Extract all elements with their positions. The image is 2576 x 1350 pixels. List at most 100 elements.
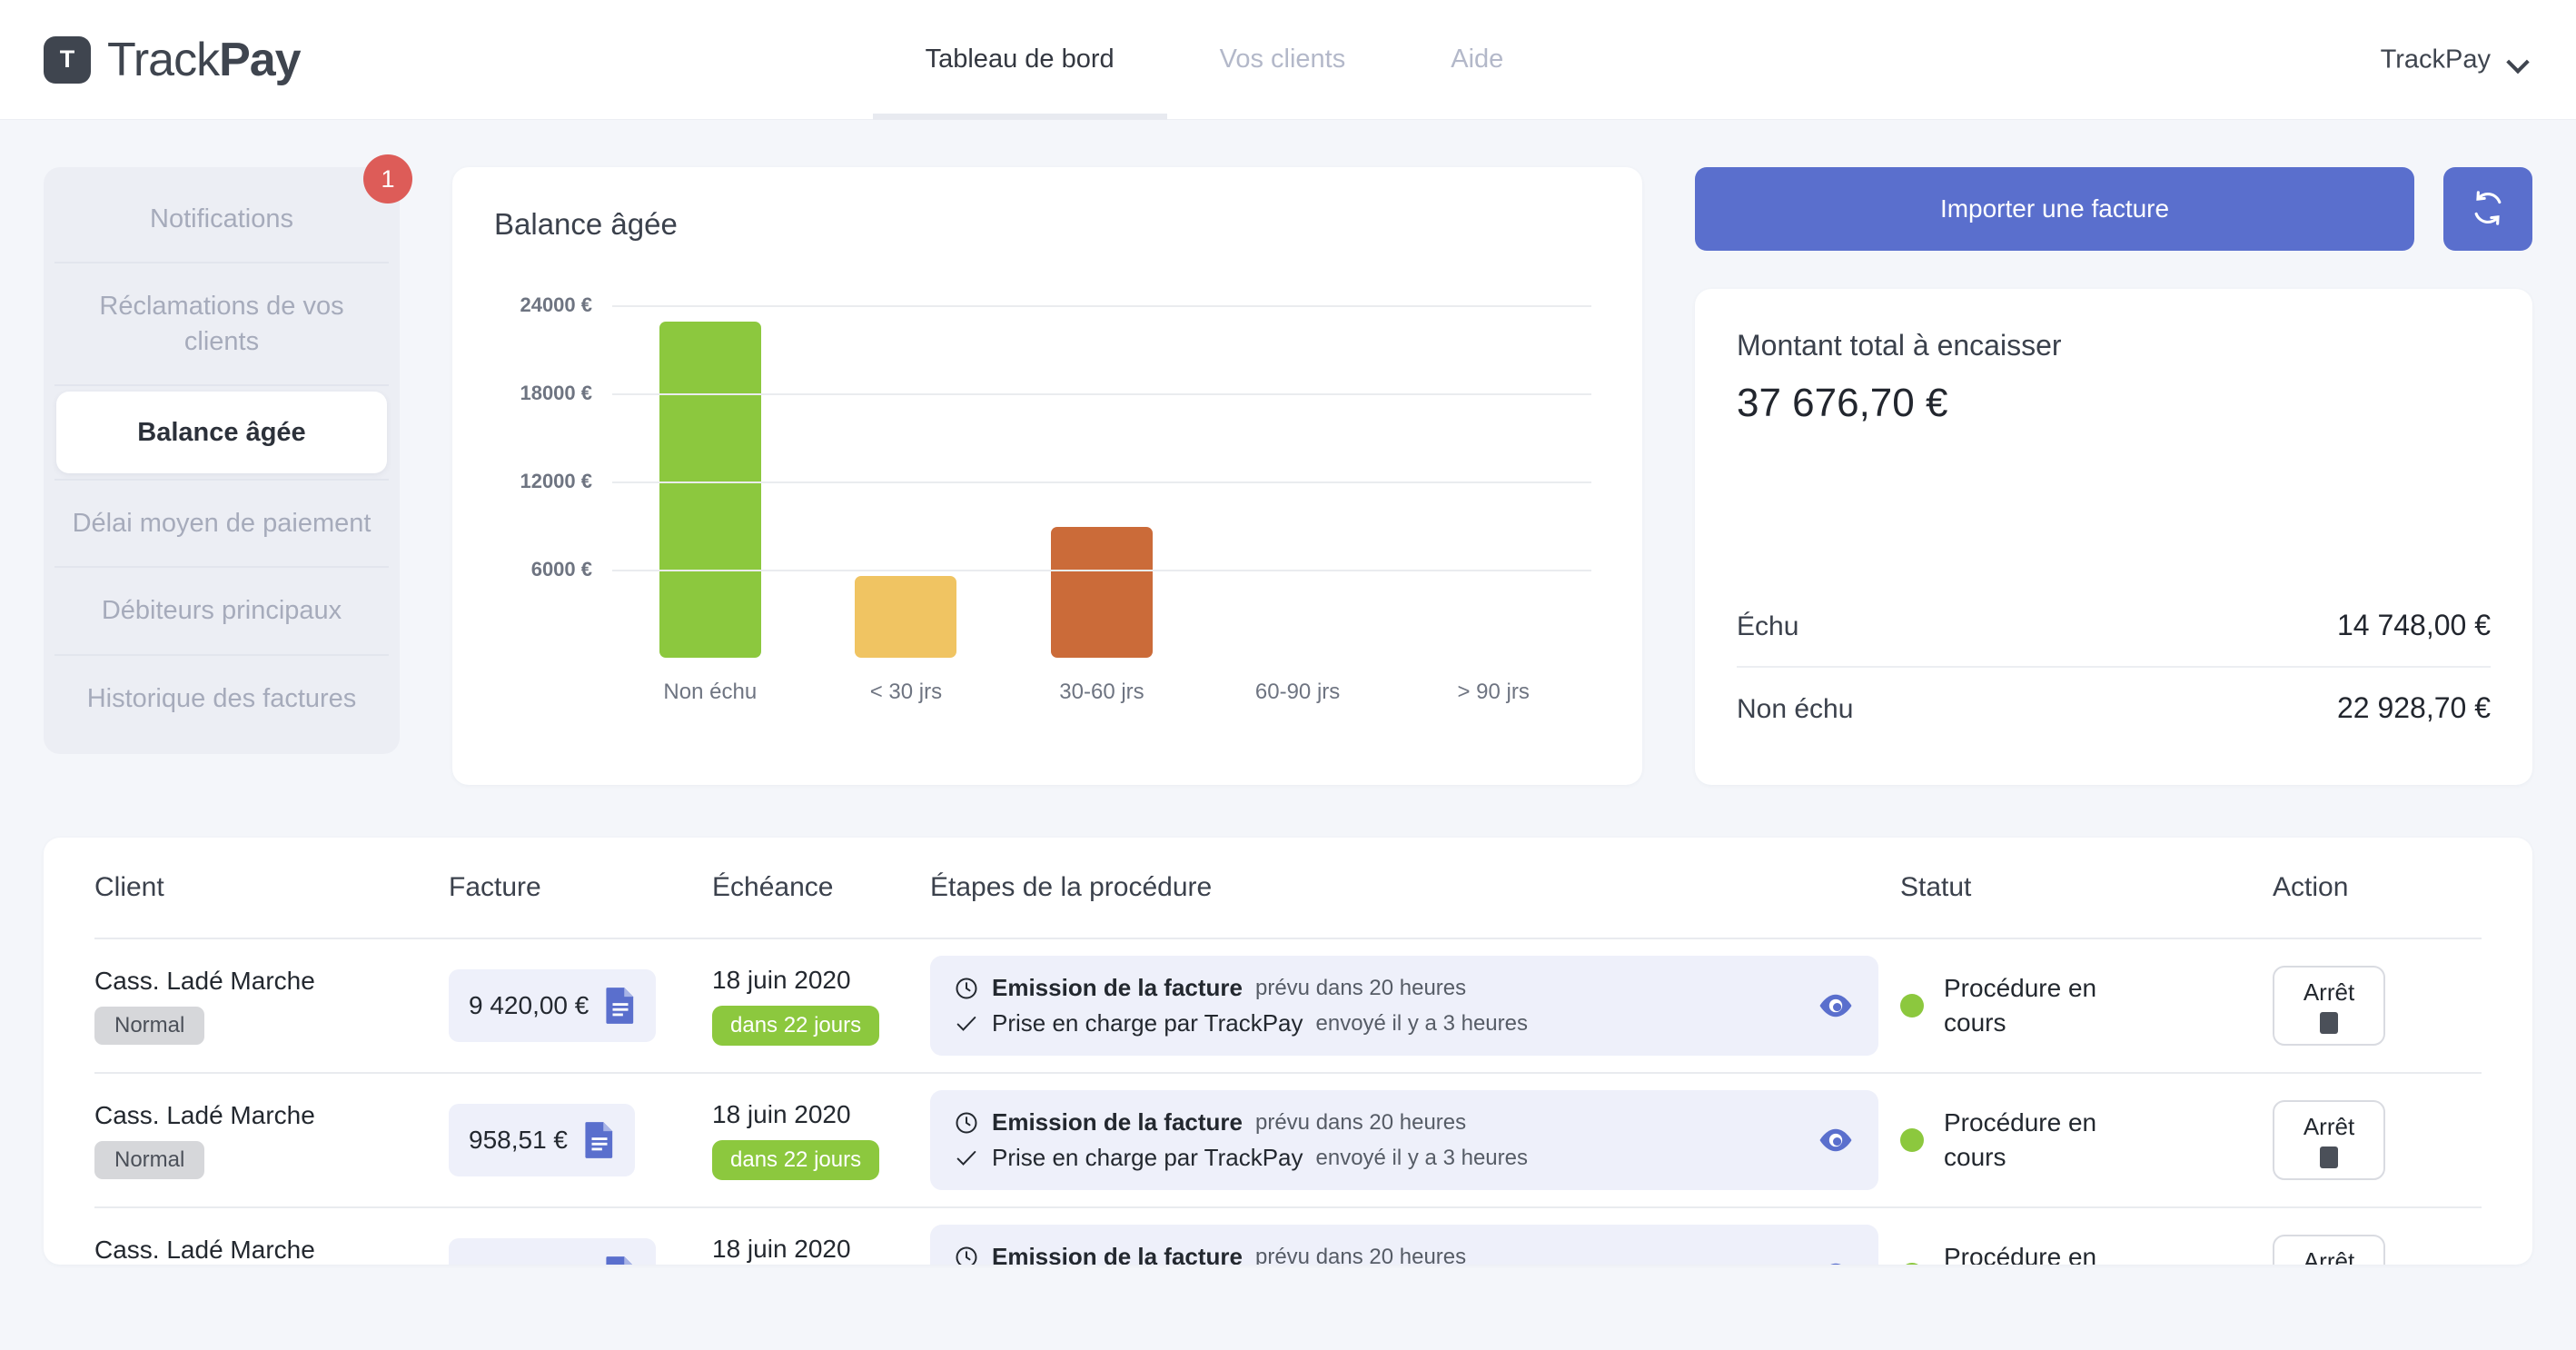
sidebar-item-balance-agee[interactable]: Balance âgée (56, 391, 387, 474)
table-header-row: Client Facture Échéance Étapes de la pro… (94, 838, 2482, 938)
chart-x-tick-label: > 90 jrs (1457, 680, 1530, 704)
invoice-chip[interactable]: 3 120,00 € (449, 1238, 657, 1265)
chart-bar-column (1004, 276, 1200, 658)
total-amount-value: 37 676,70 € (1737, 381, 1948, 425)
chart-x-tick-label: < 30 jrs (869, 680, 943, 704)
chart-bar-column (1200, 276, 1396, 658)
sidebar-item-reclamations[interactable]: Réclamations de vos clients (44, 263, 400, 384)
sidebar-divider (54, 383, 389, 386)
cell-statut: Procédure en cours (1900, 971, 2273, 1040)
column-header-action: Action (2273, 872, 2349, 902)
due-badge: dans 22 jours (712, 1006, 880, 1046)
cell-statut: Procédure en cours (1900, 1106, 2273, 1175)
chart-gridline (612, 481, 1591, 484)
procedure-steps-lines: Emission de la facture prévu dans 20 heur… (954, 1105, 1817, 1176)
user-menu-label: TrackPay (2380, 45, 2491, 74)
chart-bar[interactable] (1050, 526, 1153, 658)
stop-button-label: Arrêt (2303, 1112, 2355, 1140)
procedure-steps-lines: Emission de la facture prévu dans 20 heur… (954, 1239, 1817, 1265)
sidebar-item-historique[interactable]: Historique des factures (44, 656, 400, 741)
notifications-badge: 1 (363, 154, 412, 203)
chart-bar[interactable] (855, 576, 957, 658)
invoices-table: Client Facture Échéance Étapes de la pro… (44, 838, 2532, 1265)
chart-x-tick-label: Non échu (663, 680, 758, 704)
eye-icon[interactable] (1817, 987, 1855, 1025)
aged-balance-chart-card: Balance âgée 6000 € 12000 € 18000 € 24000 €… (452, 167, 1642, 785)
chart-y-tick-label: 18000 € (520, 382, 592, 405)
nav-item-dashboard[interactable]: Tableau de bord (872, 0, 1167, 120)
cell-echeance: 18 juin 2020dans 22 jours (712, 966, 930, 1046)
cell-echeance: 18 juin 2020dans 22 jours (712, 1100, 930, 1180)
action-buttons: Importer une facture (1695, 167, 2532, 251)
step-meta: envoyé il y a 3 heures (1315, 1010, 1528, 1036)
clock-icon (956, 1246, 977, 1265)
stop-procedure-button[interactable]: Arrêt (2273, 1235, 2385, 1265)
chart-bar-column (808, 276, 1005, 658)
chart-bar[interactable] (659, 321, 761, 658)
refresh-button[interactable] (2443, 167, 2532, 251)
procedure-steps-panel: Emission de la facture prévu dans 20 heur… (930, 1225, 1878, 1265)
invoice-chip[interactable]: 958,51 € (449, 1104, 635, 1176)
invoice-amount: 3 120,00 € (469, 1260, 589, 1265)
stop-procedure-button[interactable]: Arrêt (2273, 1100, 2385, 1180)
cell-action: Arrêt (2273, 1100, 2482, 1180)
table-row[interactable]: Cass. Ladé MarcheNormal 3 120,00 € 18 juin… (94, 1208, 2482, 1265)
clock-icon (956, 978, 977, 998)
top-navigation-bar: T TrackPay Tableau de bord Vos clients A… (0, 0, 2576, 120)
client-tag-badge: Normal (94, 1007, 205, 1045)
import-invoice-button[interactable]: Importer une facture (1695, 167, 2414, 251)
procedure-step-2: Prise en charge par TrackPay envoyé il y … (954, 1006, 1817, 1041)
chart-bar-column (612, 276, 808, 658)
summary-rows: Échu 14 748,00 € Non échu 22 928,70 € (1737, 585, 2491, 749)
step-title: Prise en charge par TrackPay (992, 1144, 1303, 1171)
stop-square-icon (2320, 1011, 2338, 1034)
eye-icon[interactable] (1817, 1121, 1855, 1159)
stop-procedure-button[interactable]: Arrêt (2273, 966, 2385, 1046)
document-icon (585, 1122, 613, 1158)
user-menu[interactable]: TrackPay (2381, 45, 2529, 74)
procedure-step-1: Emission de la facture prévu dans 20 heur… (954, 970, 1817, 1006)
step-title: Emission de la facture (992, 1108, 1243, 1136)
sidebar-item-debiteurs[interactable]: Débiteurs principaux (44, 568, 400, 653)
brand-logo[interactable]: T TrackPay (44, 33, 302, 87)
cell-facture: 9 420,00 € (449, 969, 712, 1042)
step-title: Emission de la facture (992, 974, 1243, 1001)
chart-bar-column (1395, 276, 1591, 658)
table-row[interactable]: Cass. Ladé Marche Normal 958,51 € 18 juin 2… (94, 1074, 2482, 1206)
status-text: Procédure en cours (1944, 1108, 2097, 1171)
total-amount-label: Montant total à encaisser (1737, 329, 2062, 362)
total-amount-card: Montant total à encaisser 37 676,70 € Éc… (1695, 289, 2532, 785)
summary-row-non-echu: Non échu 22 928,70 € (1737, 668, 2491, 749)
sidebar-item-delai-moyen[interactable]: Délai moyen de paiement (44, 481, 400, 566)
summary-row-echu: Échu 14 748,00 € (1737, 585, 2491, 666)
page-content: 1 Notifications Réclamations de vos clie… (0, 120, 2576, 1265)
cell-action: Arrêt (2273, 1235, 2482, 1265)
cell-echeance: 18 juin 2020dans 22 jours (712, 1235, 930, 1265)
document-icon (606, 988, 634, 1024)
nav-item-help[interactable]: Aide (1398, 0, 1556, 120)
cell-facture: 958,51 € (449, 1104, 712, 1176)
chart-x-tick-label: 30-60 jrs (1059, 680, 1144, 704)
step-meta: prévu dans 20 heures (1254, 975, 1467, 1000)
step-title: Prise en charge par TrackPay (992, 1009, 1303, 1037)
eye-icon[interactable] (1817, 1256, 1855, 1265)
sidebar-item-notifications[interactable]: Notifications (44, 176, 400, 262)
nav-item-clients[interactable]: Vos clients (1167, 0, 1399, 120)
invoice-chip[interactable]: 9 420,00 € (449, 969, 657, 1042)
step-meta: envoyé il y a 3 heures (1315, 1145, 1528, 1170)
due-date: 18 juin 2020 (712, 1100, 851, 1128)
table-row[interactable]: Cass. Ladé Marche Normal 9 420,00 € 18 juin… (94, 939, 2482, 1072)
cell-etapes: Emission de la facture prévu dans 20 heur… (930, 956, 1900, 1056)
chart-gridline (612, 305, 1591, 308)
cell-client: Cass. Ladé Marche Normal (94, 1101, 449, 1179)
chart-gridline (612, 393, 1591, 396)
check-icon (956, 1150, 976, 1166)
chart-bars (612, 276, 1591, 658)
cell-facture: 3 120,00 € (449, 1238, 712, 1265)
client-name: Cass. Ladé Marche (94, 1101, 315, 1129)
procedure-step-1: Emission de la facture prévu dans 20 heur… (954, 1239, 1817, 1265)
brand-name-light: Track (107, 33, 220, 86)
status-badge: Procédure en cours (1900, 1106, 2273, 1175)
procedure-steps-lines: Emission de la facture prévu dans 20 heur… (954, 970, 1817, 1041)
client-name: Cass. Ladé Marche (94, 1236, 315, 1264)
